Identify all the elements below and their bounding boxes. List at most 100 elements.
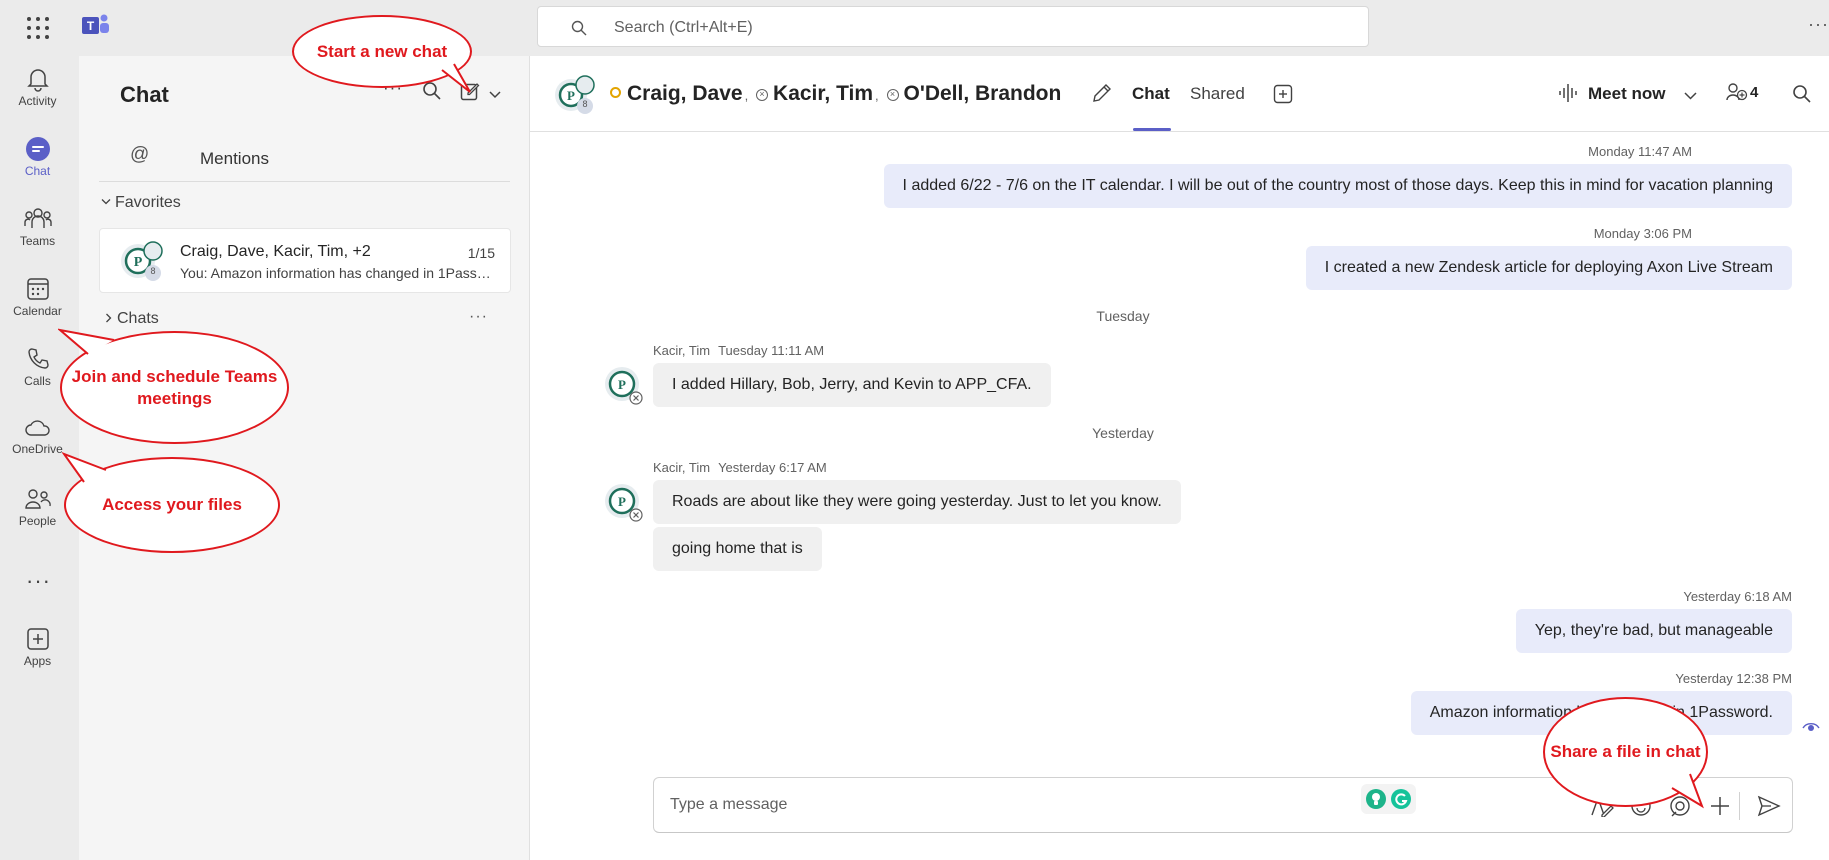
app-launcher-icon[interactable] [24,14,50,40]
sender-name: Kacir, Tim [653,343,711,358]
add-tab-icon[interactable] [1273,84,1293,109]
message-timestamp: Yesterday 6:18 AM [1683,589,1792,604]
mentions-item[interactable]: @ Mentions [99,134,510,182]
group-avatar[interactable]: P 8 [554,74,596,116]
teams-icon [23,208,52,228]
my-message-bubble[interactable]: Yep, they're bad, but manageable [1515,609,1792,653]
rail-item-teams[interactable]: Teams [0,196,75,260]
callout-tail [62,452,107,483]
compose-divider [1739,792,1740,820]
tab-chat[interactable]: Chat [1132,84,1170,104]
chat-list-item[interactable]: P 8 Craig, Dave, Kacir, Tim, +2 1/15 You… [99,228,511,293]
message-bubble[interactable]: Roads are about like they were going yes… [653,480,1181,524]
search-icon [571,20,587,36]
chats-section-header[interactable]: Chats [105,310,159,328]
my-message-bubble[interactable]: I created a new Zendesk article for depl… [1305,246,1792,290]
avatar-badge: 8 [582,99,588,109]
sender-avatar[interactable]: P [604,483,643,522]
message-timestamp: Monday 11:47 AM [1588,144,1692,159]
seen-eye-icon [1802,720,1820,738]
message-bubble[interactable]: going home that is [653,527,822,571]
sender-line: Kacir, Tim Tuesday 11:11 AM [653,343,824,358]
people-add-icon [1726,83,1748,101]
cloud-icon [24,420,50,436]
teams-logo-icon: T [82,13,110,44]
offline-status-icon: × [756,89,769,101]
conversation-header: P 8 Craig, Dave, × Kacir, Tim, × O'Dell, B… [530,56,1829,132]
svg-text:P: P [134,255,143,270]
chat-list-title: Chat [120,82,169,107]
chevron-down-icon[interactable] [1684,87,1697,105]
sender-name: Kacir, Tim [653,460,711,475]
callout-tail [441,63,471,93]
chat-name: Craig, Dave, Kacir, Tim, +2 [180,243,371,260]
tab-shared[interactable]: Shared [1190,84,1245,104]
chat-date: 1/15 [467,245,495,261]
rail-item-activity[interactable]: Activity [0,56,75,120]
svg-text:P: P [567,88,575,103]
meet-now-label: Meet now [1588,84,1666,103]
date-divider: Tuesday [1096,308,1150,324]
favorites-section-header[interactable]: Favorites [101,194,181,212]
away-status-icon [610,87,621,98]
rail-item-calendar[interactable]: Calendar [0,266,75,330]
message-timestamp: Tuesday 11:11 AM [718,343,825,358]
message-timestamp: Yesterday 6:17 AM [718,460,827,475]
search-icon[interactable] [1792,84,1812,109]
rail-label: Apps [23,654,52,668]
offline-status-icon: × [886,89,899,101]
message-timestamp: Monday 3:06 PM [1593,226,1692,241]
participant-name: Kacir, Tim [773,82,874,105]
chevron-down-icon[interactable] [489,86,501,104]
chat-preview: You: Amazon information has changed in 1… [180,265,500,281]
chat-icon [25,137,50,161]
chats-label: Chats [117,310,159,327]
filter-search-icon[interactable] [422,81,442,106]
rail-label: People [18,514,57,528]
edit-name-icon[interactable] [1091,82,1113,109]
participant-name: Craig, Dave [627,82,743,105]
sender-line: Kacir, Tim Yesterday 6:17 AM [653,460,827,475]
favorites-label: Favorites [115,194,181,211]
bell-icon [26,69,49,92]
my-message-bubble[interactable]: I added 6/22 - 7/6 on the IT calendar. I… [883,164,1792,208]
phone-icon [27,348,49,369]
conversation-title: Craig, Dave, × Kacir, Tim, × O'Dell, Brand… [610,82,1061,106]
more-apps-icon[interactable]: ··· [26,568,51,594]
top-bar: T Search (Ctrl+Alt+E) ··· [0,0,1829,56]
chevron-right-icon [106,313,112,323]
calendar-icon [26,278,49,300]
at-icon: @ [130,144,150,165]
attach-file-icon[interactable] [1709,795,1731,817]
chats-more-icon[interactable]: ··· [469,308,488,326]
rail-item-chat[interactable]: Chat [0,126,75,190]
callout-tail [58,328,115,355]
group-avatar: P 8 [120,239,164,283]
sender-avatar[interactable]: P [604,366,643,405]
message-bubble[interactable]: I added Hillary, Bob, Jerry, and Kevin t… [653,363,1051,407]
title-separator: , [875,88,879,103]
participants-button[interactable]: 4 [1726,82,1758,102]
people-icon [24,489,51,509]
send-icon[interactable] [1757,795,1781,817]
meet-now-button[interactable]: Meet now [1558,83,1665,104]
callout-tail [1671,773,1704,809]
more-options-icon[interactable]: ··· [1808,14,1829,35]
message-input[interactable]: Type a message [670,796,787,814]
grammarly-icon[interactable] [1390,788,1412,810]
add-app-icon [26,628,49,650]
rail-item-apps[interactable]: Apps [0,616,75,680]
rail-label: Chat [24,164,51,178]
search-placeholder: Search (Ctrl+Alt+E) [614,19,753,36]
search-input[interactable]: Search (Ctrl+Alt+E) [537,6,1369,47]
message-timestamp: Yesterday 12:38 PM [1675,671,1792,686]
chevron-down-icon [101,199,111,205]
active-tab-indicator [1133,128,1171,131]
title-separator: , [744,88,749,103]
svg-text:P: P [618,494,626,509]
svg-text:T: T [87,19,95,33]
waveform-icon [1559,84,1577,102]
participant-count: 4 [1750,84,1759,101]
lightbulb-icon[interactable] [1365,788,1387,810]
rail-label: Teams [19,234,56,248]
